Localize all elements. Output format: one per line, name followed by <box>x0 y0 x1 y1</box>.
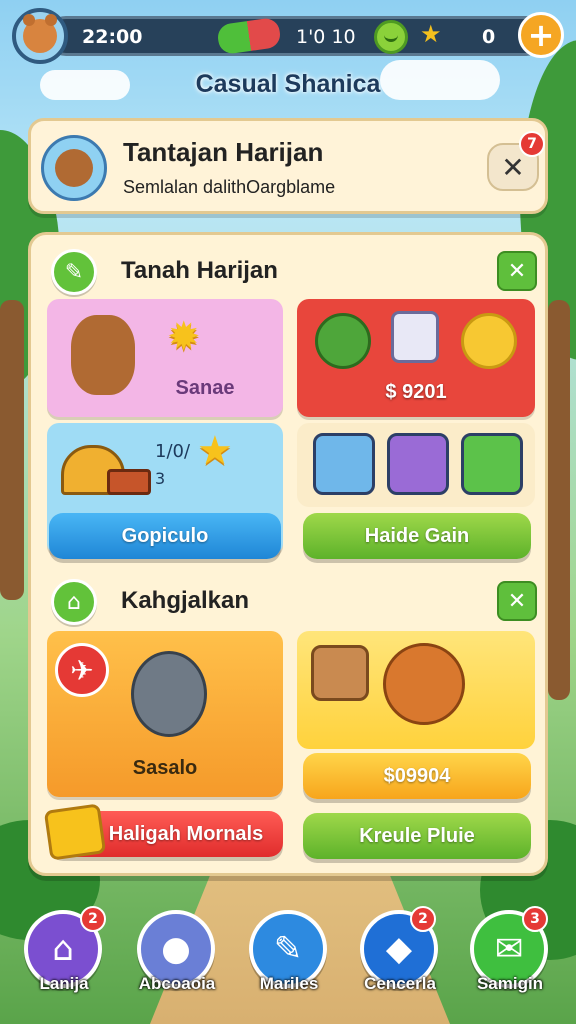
nav-item-cencerla[interactable]: ◆ 2 Cencerla <box>360 906 440 1006</box>
nav-label: Mariles <box>259 974 319 993</box>
sun-star-icon: ✹ <box>167 314 201 360</box>
pencil-tool-icon[interactable] <box>461 433 523 495</box>
daily-challenge-title: Tantajan Harijan <box>123 137 324 167</box>
bear-icon <box>461 313 517 369</box>
nav-label: Cencerla <box>364 974 436 993</box>
coin-counter: 0 <box>482 26 496 48</box>
bear-pet-icon <box>383 643 465 725</box>
player-avatar[interactable] <box>12 8 68 64</box>
kreule-pluie-button[interactable]: Kreule Pluie <box>303 813 531 859</box>
ticket-icon: ✎ <box>51 249 97 295</box>
astronaut-pet-icon <box>131 651 207 737</box>
section-close-button[interactable]: ✕ <box>497 251 537 291</box>
nav-item-samigin[interactable]: ✉ 3 Samigin <box>470 906 550 1006</box>
daily-challenge-card[interactable]: Tantajan Harijan Semlalan dalithOargblam… <box>28 118 548 214</box>
nav-badge: 3 <box>522 906 548 932</box>
crate-count: 1/0/ <box>155 441 191 462</box>
reward-tile-pet[interactable]: ✹ Sanae <box>47 299 283 417</box>
crate-sub-count: 3 <box>155 469 166 488</box>
reward-tile-bundle[interactable]: $ 9201 <box>297 299 535 417</box>
avatar-pet-icon <box>23 14 57 53</box>
screen-title: Casual Shanica <box>195 70 381 98</box>
gopiculo-button[interactable]: Gopiculo <box>49 513 281 559</box>
section-title-daily: Tanah Harijan <box>121 257 278 284</box>
reward-tile-rocket[interactable]: ✈ Sasalo <box>47 631 283 797</box>
top-hud: 22:00 1'0 10 ★ 0 + <box>10 8 566 64</box>
bottom-nav: ⌂ 2 Lanija ● Abcoaoia ✎ Mariles ◆ 2 Cenc… <box>0 906 576 1016</box>
nav-item-mariles[interactable]: ✎ Mariles <box>249 906 329 1006</box>
smiley-gem-icon <box>374 20 408 54</box>
clock-time: 22:00 <box>82 26 143 48</box>
bundle-price: $ 9201 <box>385 381 447 403</box>
tile-label-rocket: Sasalo <box>132 757 198 779</box>
nav-label: Samigin <box>476 974 544 993</box>
item-tile-tools <box>297 423 535 507</box>
nav-item-pets[interactable]: ● Abcoaoia <box>137 906 217 1006</box>
nav-label: Lanija <box>39 974 89 993</box>
button-label: Haligah Mornals <box>108 822 264 845</box>
frog-icon <box>315 313 371 369</box>
section-close-button[interactable]: ✕ <box>497 581 537 621</box>
price-button[interactable]: $09904 <box>303 753 531 799</box>
energy-counter: 1'0 10 <box>296 26 356 48</box>
nav-badge: 2 <box>80 906 106 932</box>
home-icon: ⌂ <box>51 579 97 625</box>
section-header-home: ⌂ Kahgjalkan ✕ <box>51 577 537 625</box>
star-icon: ★ <box>420 20 442 48</box>
chest-icon <box>311 645 369 701</box>
section-title-home: Kahgjalkan <box>121 587 250 614</box>
rocket-badge-icon: ✈ <box>55 643 109 697</box>
ticket-icon <box>43 803 107 861</box>
nav-label: Abcoaoia <box>138 974 216 993</box>
add-currency-button[interactable]: + <box>518 12 564 58</box>
main-panel: ✎ Tanah Harijan ✕ ✹ Sanae $ 9201 1/0/ 3 … <box>28 232 548 876</box>
water-potion-icon[interactable] <box>313 433 375 495</box>
reward-tile-bear[interactable] <box>297 631 535 749</box>
star-icon: ★ <box>197 428 233 474</box>
section-header-daily: ✎ Tanah Harijan ✕ <box>51 247 537 295</box>
cube-icon <box>391 311 439 363</box>
notification-badge: 7 <box>519 131 545 157</box>
tile-label-pet: Sanae <box>175 377 235 399</box>
nav-badge: 2 <box>410 906 436 932</box>
nav-item-home[interactable]: ⌂ 2 Lanija <box>24 906 106 1006</box>
daily-challenge-subtitle: Semlalan dalithOargblame <box>123 177 336 197</box>
challenge-pet-icon <box>41 135 107 201</box>
paintbrush-icon[interactable] <box>387 433 449 495</box>
bricks-icon <box>107 469 151 495</box>
haide-gain-button[interactable]: Haide Gain <box>303 513 531 559</box>
